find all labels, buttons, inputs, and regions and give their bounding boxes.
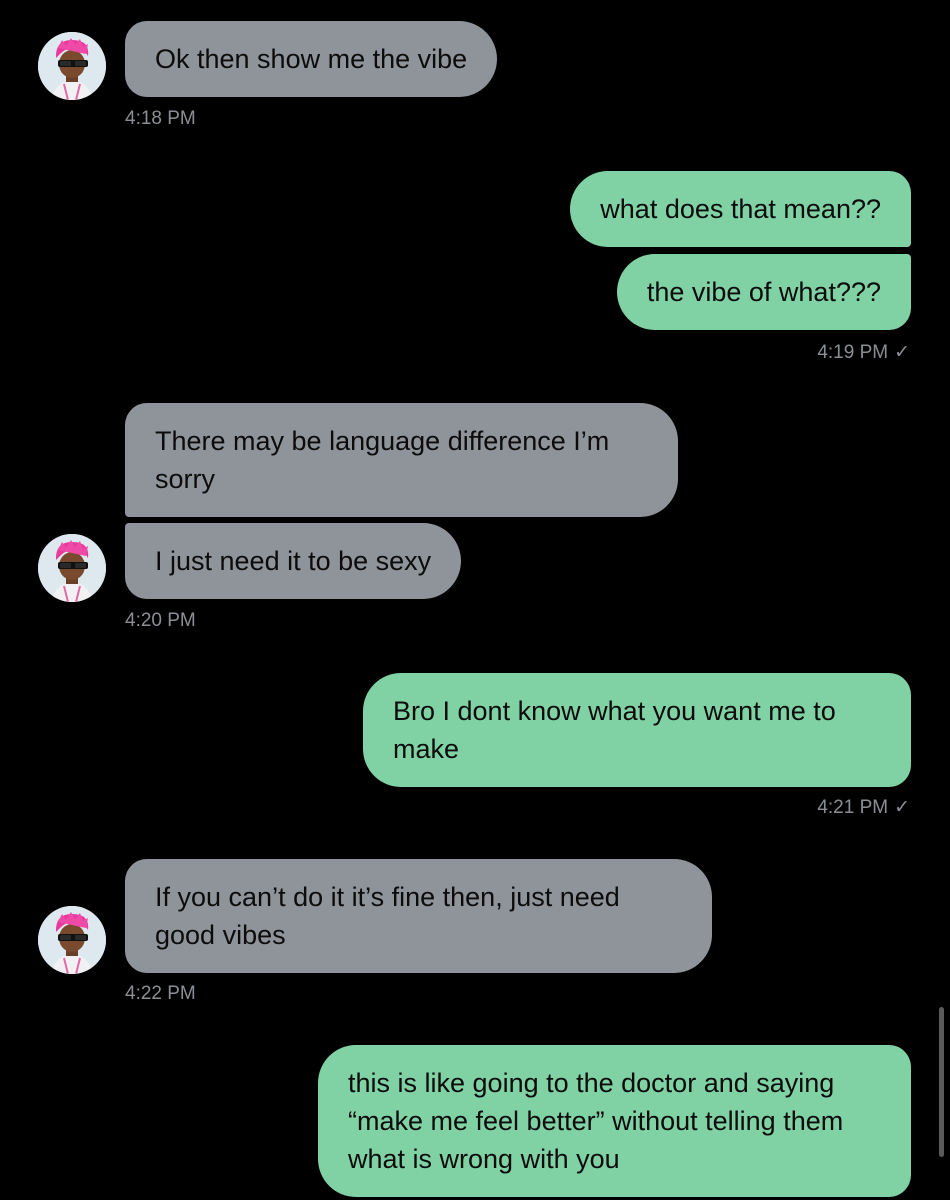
message-timestamp: 4:18 PM	[125, 108, 196, 130]
timestamp-text: 4:19 PM	[817, 342, 889, 363]
message-incoming[interactable]: There may be language difference I’m sor…	[125, 403, 678, 517]
timestamp-text: 4:22 PM	[125, 983, 196, 1004]
message-incoming[interactable]: Ok then show me the vibe	[125, 21, 498, 97]
checkmark-icon: ✓	[894, 342, 910, 363]
user-avatar-icon[interactable]	[38, 906, 106, 974]
timestamp-text: 4:21 PM	[817, 797, 889, 818]
timestamp-text: 4:20 PM	[125, 610, 196, 631]
timestamp-text: 4:18 PM	[125, 108, 196, 129]
message-outgoing[interactable]: this is like going to the doctor and say…	[318, 1045, 911, 1197]
message-outgoing[interactable]: Bro I dont know what you want me to make	[363, 673, 911, 787]
message-incoming[interactable]: If you can’t do it it’s fine then, just …	[125, 859, 712, 973]
message-timestamp: 4:22 PM	[125, 983, 196, 1005]
conversation-thread: Ok then show me the vibe 4:18 PM what do…	[0, 0, 950, 1200]
message-incoming[interactable]: I just need it to be sexy	[125, 523, 462, 599]
message-timestamp: 4:19 PM ✓	[817, 341, 910, 364]
checkmark-icon: ✓	[894, 797, 910, 818]
message-timestamp: 4:20 PM	[125, 610, 196, 632]
message-timestamp: 4:21 PM ✓	[817, 796, 910, 819]
message-outgoing[interactable]: what does that mean??	[570, 171, 911, 247]
user-avatar-icon[interactable]	[38, 32, 106, 100]
user-avatar-icon[interactable]	[38, 534, 106, 602]
scrollbar[interactable]	[939, 1007, 944, 1157]
message-outgoing[interactable]: the vibe of what???	[616, 254, 911, 330]
